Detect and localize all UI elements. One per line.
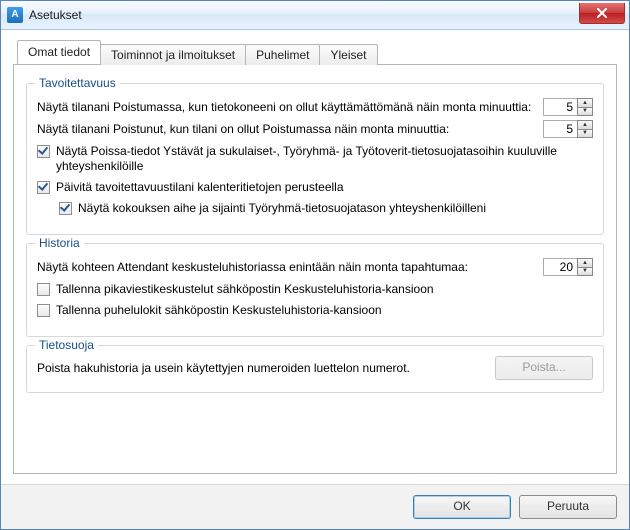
- away-minutes-spin-buttons: ▲ ▼: [577, 120, 593, 138]
- row-max-events: Näytä kohteen Attendant keskusteluhistor…: [37, 258, 593, 276]
- update-from-calendar-label: Päivitä tavoitettavuustilani kalenteriti…: [56, 180, 593, 195]
- tab-general[interactable]: Yleiset: [319, 44, 377, 65]
- row-show-meeting-details: Näytä kokouksen aihe ja sijainti Työryhm…: [59, 201, 593, 216]
- inactive-minutes-input[interactable]: [543, 98, 577, 116]
- inactive-minutes-down[interactable]: ▼: [577, 108, 593, 117]
- share-away-info-label: Näytä Poissa-tiedot Ystävät ja sukulaise…: [56, 144, 593, 174]
- window-title: Asetukset: [29, 8, 82, 22]
- save-call-logs-checkbox[interactable]: [37, 304, 50, 317]
- share-away-info-checkbox[interactable]: [37, 145, 50, 158]
- row-inactive-minutes: Näytä tilanani Poistumassa, kun tietokon…: [37, 98, 593, 116]
- close-icon: [597, 8, 607, 18]
- max-events-down[interactable]: ▼: [577, 268, 593, 277]
- away-minutes-label: Näytä tilanani Poistunut, kun tilani on …: [37, 122, 543, 136]
- tab-personal[interactable]: Omat tiedot: [17, 40, 101, 64]
- max-events-label: Näytä kohteen Attendant keskusteluhistor…: [37, 260, 543, 274]
- group-availability-legend: Tavoitettavuus: [35, 76, 120, 90]
- inactive-minutes-up[interactable]: ▲: [577, 98, 593, 108]
- dialog-footer: OK Peruuta: [1, 484, 629, 529]
- cancel-button[interactable]: Peruuta: [519, 495, 617, 519]
- tab-activities[interactable]: Toiminnot ja ilmoitukset: [100, 44, 246, 65]
- show-meeting-details-checkbox[interactable]: [59, 202, 72, 215]
- tabstrip: Omat tiedot Toiminnot ja ilmoitukset Puh…: [13, 40, 617, 64]
- save-im-label: Tallenna pikaviestikeskustelut sähköpost…: [56, 282, 593, 297]
- inactive-minutes-label: Näytä tilanani Poistumassa, kun tietokon…: [37, 100, 543, 114]
- inactive-minutes-spin-buttons: ▲ ▼: [577, 98, 593, 116]
- group-history-legend: Historia: [35, 236, 84, 250]
- show-meeting-details-label: Näytä kokouksen aihe ja sijainti Työryhm…: [78, 201, 593, 216]
- group-availability: Tavoitettavuus Näytä tilanani Poistumass…: [26, 83, 604, 235]
- window-body: Omat tiedot Toiminnot ja ilmoitukset Puh…: [1, 30, 629, 484]
- group-privacy-legend: Tietosuoja: [35, 338, 98, 352]
- save-im-checkbox[interactable]: [37, 283, 50, 296]
- row-share-away-info: Näytä Poissa-tiedot Ystävät ja sukulaise…: [37, 144, 593, 174]
- app-icon: A: [7, 7, 23, 23]
- group-history: Historia Näytä kohteen Attendant keskust…: [26, 243, 604, 337]
- tab-phones[interactable]: Puhelimet: [245, 44, 320, 65]
- row-save-call-logs: Tallenna puhelulokit sähköpostin Keskust…: [37, 303, 593, 318]
- max-events-input[interactable]: [543, 258, 577, 276]
- settings-window: A Asetukset Omat tiedot Toiminnot ja ilm…: [0, 0, 630, 530]
- update-from-calendar-checkbox[interactable]: [37, 181, 50, 194]
- max-events-spinner: ▲ ▼: [543, 258, 593, 276]
- ok-button[interactable]: OK: [413, 495, 511, 519]
- group-privacy: Tietosuoja Poista hakuhistoria ja usein …: [26, 345, 604, 393]
- row-privacy: Poista hakuhistoria ja usein käytettyjen…: [37, 356, 593, 380]
- clear-history-button[interactable]: Poista...: [495, 356, 593, 380]
- save-call-logs-label: Tallenna puhelulokit sähköpostin Keskust…: [56, 303, 593, 318]
- away-minutes-input[interactable]: [543, 120, 577, 138]
- titlebar: A Asetukset: [1, 1, 629, 30]
- max-events-spin-buttons: ▲ ▼: [577, 258, 593, 276]
- close-button[interactable]: [579, 3, 625, 24]
- away-minutes-up[interactable]: ▲: [577, 120, 593, 130]
- away-minutes-spinner: ▲ ▼: [543, 120, 593, 138]
- row-update-from-calendar: Päivitä tavoitettavuustilani kalenteriti…: [37, 180, 593, 195]
- tab-panel-personal: Tavoitettavuus Näytä tilanani Poistumass…: [13, 64, 617, 474]
- inactive-minutes-spinner: ▲ ▼: [543, 98, 593, 116]
- row-away-minutes: Näytä tilanani Poistunut, kun tilani on …: [37, 120, 593, 138]
- privacy-description: Poista hakuhistoria ja usein käytettyjen…: [37, 361, 495, 375]
- max-events-up[interactable]: ▲: [577, 258, 593, 268]
- away-minutes-down[interactable]: ▼: [577, 130, 593, 139]
- row-save-im: Tallenna pikaviestikeskustelut sähköpost…: [37, 282, 593, 297]
